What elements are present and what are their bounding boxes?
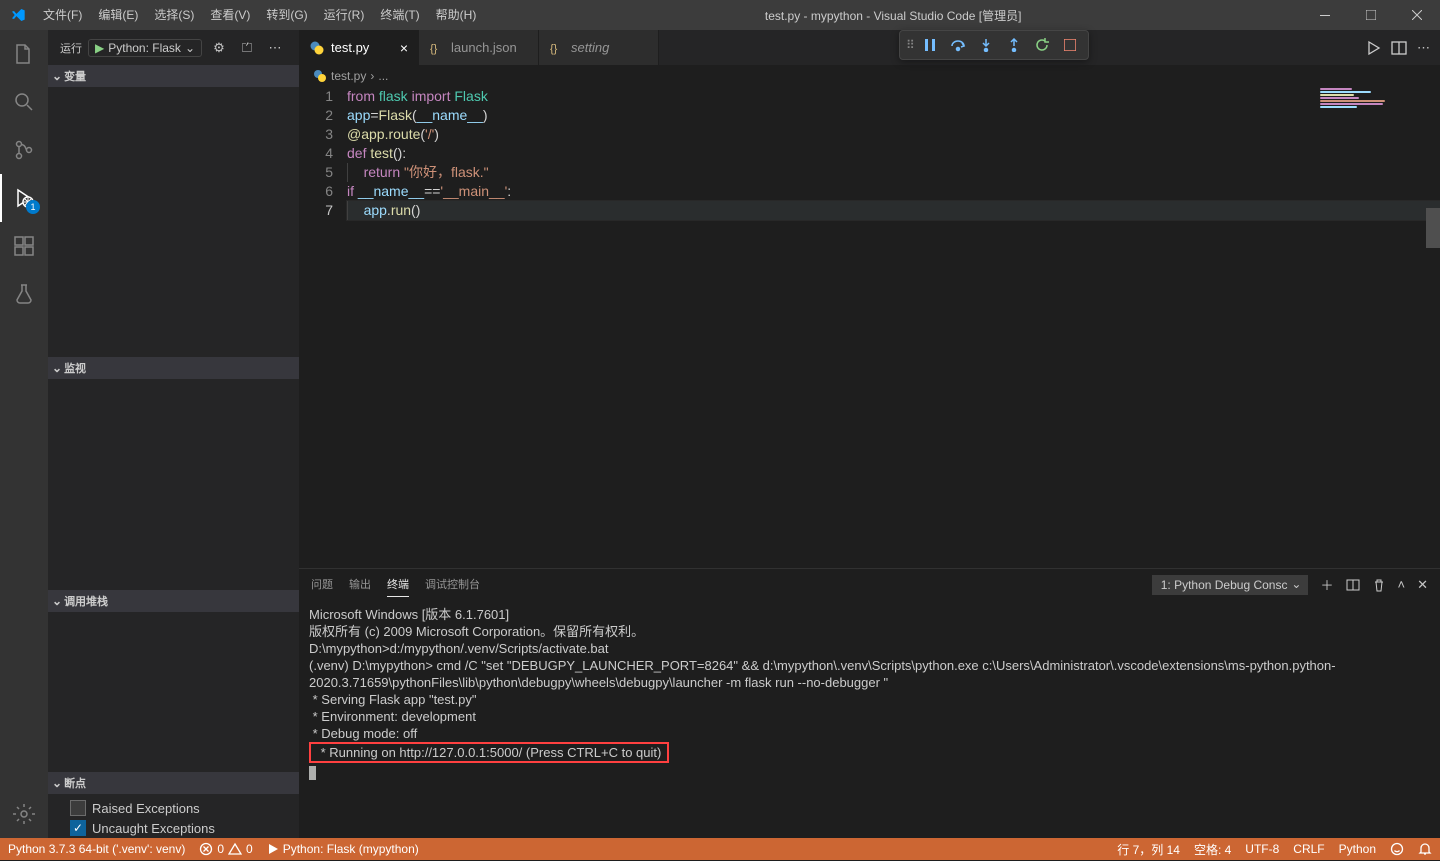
code-editor[interactable]: 1234567 from flask import Flaskapp=Flask… bbox=[299, 87, 1440, 568]
step-out-button[interactable] bbox=[1002, 33, 1026, 57]
debug-config-selector[interactable]: ▶ Python: Flask ⌄ bbox=[88, 39, 202, 57]
step-over-button[interactable] bbox=[946, 33, 970, 57]
status-feedback-icon[interactable] bbox=[1390, 842, 1404, 856]
menu-bar: 文件(F)编辑(E)选择(S)查看(V)转到(G)运行(R)终端(T)帮助(H) bbox=[35, 0, 484, 30]
close-button[interactable] bbox=[1394, 0, 1440, 30]
debug-sidebar: 运行 ▶ Python: Flask ⌄ ⚙ ⏍ ⋯ ⌄变量 ⌄监视 ⌄调用堆栈… bbox=[48, 30, 299, 838]
status-debug[interactable]: Python: Flask (mypython) bbox=[267, 842, 419, 856]
stop-button[interactable] bbox=[1058, 33, 1082, 57]
step-into-button[interactable] bbox=[974, 33, 998, 57]
chevron-down-icon: ⌄ bbox=[185, 41, 195, 55]
more-icon[interactable]: ⋯ bbox=[1417, 40, 1430, 56]
panel: 问题输出终端调试控制台 1: Python Debug Consc ＋ ˄ ✕ … bbox=[299, 568, 1440, 838]
variables-section-header[interactable]: ⌄变量 bbox=[48, 65, 299, 87]
debug-toolbar[interactable]: ⠿ bbox=[899, 30, 1089, 60]
editor-tab[interactable]: {} launch.json bbox=[419, 30, 539, 65]
scrollbar-vertical[interactable] bbox=[1426, 87, 1440, 568]
testing-icon[interactable] bbox=[0, 270, 48, 318]
split-editor-icon[interactable] bbox=[1391, 40, 1407, 56]
menu-item[interactable]: 编辑(E) bbox=[90, 0, 146, 30]
python-file-icon bbox=[309, 40, 325, 56]
watch-section-header[interactable]: ⌄监视 bbox=[48, 357, 299, 379]
menu-item[interactable]: 文件(F) bbox=[35, 0, 90, 30]
tab-label: test.py bbox=[331, 40, 369, 55]
activity-bar: 1 bbox=[0, 30, 48, 838]
breakpoint-item[interactable]: Uncaught Exceptions bbox=[48, 818, 299, 838]
title-bar: 文件(F)编辑(E)选择(S)查看(V)转到(G)运行(R)终端(T)帮助(H)… bbox=[0, 0, 1440, 30]
panel-header: 问题输出终端调试控制台 1: Python Debug Consc ＋ ˄ ✕ bbox=[299, 569, 1440, 600]
status-encoding[interactable]: UTF-8 bbox=[1245, 842, 1279, 856]
editor-area: ⠿ test.py × {} launch.json {} setting ⋯ test.… bbox=[299, 30, 1440, 838]
breakpoint-label: Raised Exceptions bbox=[92, 801, 200, 816]
run-debug-icon[interactable]: 1 bbox=[0, 174, 48, 222]
explorer-icon[interactable] bbox=[0, 30, 48, 78]
debug-console-icon[interactable]: ⏍ bbox=[236, 40, 258, 56]
breakpoint-checkbox[interactable] bbox=[70, 820, 86, 836]
more-icon[interactable]: ⋯ bbox=[264, 40, 286, 56]
menu-item[interactable]: 帮助(H) bbox=[428, 0, 485, 30]
settings-gear-icon[interactable] bbox=[0, 790, 48, 838]
search-icon[interactable] bbox=[0, 78, 48, 126]
debug-header: 运行 ▶ Python: Flask ⌄ ⚙ ⏍ ⋯ bbox=[48, 30, 299, 65]
status-eol[interactable]: CRLF bbox=[1293, 842, 1324, 856]
json-file-icon: {} bbox=[549, 40, 565, 56]
tab-label: launch.json bbox=[451, 40, 517, 55]
extensions-icon[interactable] bbox=[0, 222, 48, 270]
run-label: 运行 bbox=[60, 40, 82, 56]
minimize-button[interactable] bbox=[1302, 0, 1348, 30]
panel-tab[interactable]: 输出 bbox=[349, 572, 371, 597]
python-icon bbox=[313, 69, 327, 83]
breakpoint-item[interactable]: Raised Exceptions bbox=[48, 798, 299, 818]
debug-badge: 1 bbox=[26, 200, 40, 214]
tab-label: setting bbox=[571, 40, 609, 55]
editor-tab[interactable]: {} setting bbox=[539, 30, 659, 65]
menu-item[interactable]: 查看(V) bbox=[202, 0, 258, 30]
close-panel-icon[interactable]: ✕ bbox=[1417, 577, 1428, 593]
editor-actions: ⋯ bbox=[1365, 30, 1440, 65]
new-terminal-icon[interactable]: ＋ bbox=[1320, 575, 1333, 594]
close-tab-icon[interactable]: × bbox=[400, 40, 408, 56]
editor-tab[interactable]: test.py × bbox=[299, 30, 419, 65]
pause-button[interactable] bbox=[918, 33, 942, 57]
breadcrumbs[interactable]: test.py › ... bbox=[299, 65, 1440, 87]
restart-button[interactable] bbox=[1030, 33, 1054, 57]
panel-tab[interactable]: 终端 bbox=[387, 572, 409, 597]
start-debug-icon[interactable]: ▶ bbox=[95, 41, 104, 55]
panel-tab[interactable]: 调试控制台 bbox=[425, 572, 480, 597]
status-bar: Python 3.7.3 64-bit ('.venv': venv) 0 0 … bbox=[0, 838, 1440, 860]
debug-config-name: Python: Flask bbox=[108, 41, 181, 55]
status-problems[interactable]: 0 0 bbox=[199, 842, 252, 856]
breakpoint-checkbox[interactable] bbox=[70, 800, 86, 816]
menu-item[interactable]: 选择(S) bbox=[146, 0, 202, 30]
drag-grip-icon[interactable]: ⠿ bbox=[906, 38, 914, 52]
terminal[interactable]: Microsoft Windows [版本 6.1.7601]版权所有 (c) … bbox=[299, 600, 1440, 838]
status-interpreter[interactable]: Python 3.7.3 64-bit ('.venv': venv) bbox=[8, 842, 185, 856]
scrollbar-thumb[interactable] bbox=[1426, 208, 1440, 248]
panel-tab[interactable]: 问题 bbox=[311, 572, 333, 597]
status-line-col[interactable]: 行 7，列 14 bbox=[1117, 841, 1180, 858]
status-spaces[interactable]: 空格: 4 bbox=[1194, 841, 1231, 858]
split-terminal-icon[interactable] bbox=[1346, 578, 1360, 592]
run-icon[interactable] bbox=[1365, 40, 1381, 56]
editor-tabs: test.py × {} launch.json {} setting ⋯ bbox=[299, 30, 1440, 65]
gear-icon[interactable]: ⚙ bbox=[208, 40, 230, 56]
maximize-button[interactable] bbox=[1348, 0, 1394, 30]
callstack-section-header[interactable]: ⌄调用堆栈 bbox=[48, 590, 299, 612]
breakpoint-label: Uncaught Exceptions bbox=[92, 821, 215, 836]
json-file-icon: {} bbox=[429, 40, 445, 56]
vscode-logo-icon bbox=[0, 7, 35, 23]
maximize-panel-icon[interactable]: ˄ bbox=[1398, 577, 1406, 592]
status-language[interactable]: Python bbox=[1339, 842, 1376, 856]
menu-item[interactable]: 转到(G) bbox=[258, 0, 315, 30]
window-title: test.py - mypython - Visual Studio Code … bbox=[484, 7, 1302, 24]
terminal-selector[interactable]: 1: Python Debug Consc bbox=[1152, 575, 1309, 595]
kill-terminal-icon[interactable] bbox=[1372, 578, 1386, 592]
menu-item[interactable]: 终端(T) bbox=[372, 0, 427, 30]
svg-text:{}: {} bbox=[430, 43, 438, 55]
breakpoints-section-header[interactable]: ⌄断点 bbox=[48, 772, 299, 794]
svg-text:{}: {} bbox=[550, 43, 558, 55]
source-control-icon[interactable] bbox=[0, 126, 48, 174]
status-bell-icon[interactable] bbox=[1418, 842, 1432, 856]
menu-item[interactable]: 运行(R) bbox=[316, 0, 373, 30]
